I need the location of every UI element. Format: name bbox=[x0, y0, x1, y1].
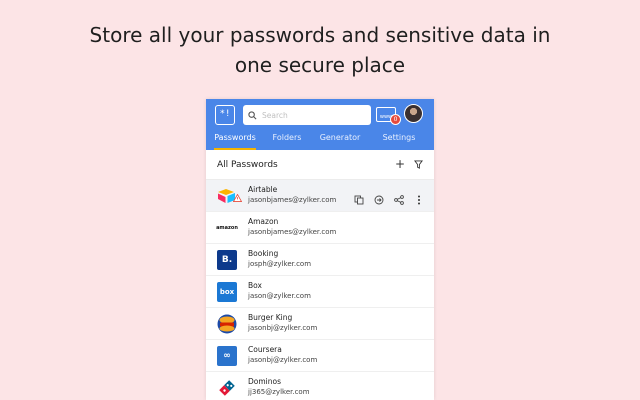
item-email: jasonbj@zylker.com bbox=[248, 356, 318, 364]
search-box[interactable] bbox=[243, 105, 371, 125]
list-item[interactable]: Airtable jasonbjames@zylker.com bbox=[206, 180, 434, 212]
copy-icon[interactable] bbox=[354, 190, 364, 205]
list-item[interactable]: B. Booking josph@zylker.com bbox=[206, 244, 434, 276]
tab-folders[interactable]: Folders bbox=[264, 130, 310, 150]
item-name: Airtable bbox=[248, 185, 278, 194]
list-item[interactable]: amazon Amazon jasonbjames@zylker.com bbox=[206, 212, 434, 244]
item-name: Box bbox=[248, 281, 262, 290]
list-item[interactable]: Dominos jj365@zylker.com bbox=[206, 372, 434, 400]
top-bar: *! www 0 Passwords Folders Generator Set… bbox=[206, 99, 434, 150]
amazon-logo-icon: amazon bbox=[216, 218, 238, 238]
tab-bar: Passwords Folders Generator Settings bbox=[206, 130, 434, 150]
share-icon[interactable] bbox=[394, 190, 404, 205]
list-title: All Passwords bbox=[217, 160, 278, 170]
item-email: josph@zylker.com bbox=[248, 260, 312, 268]
dominos-logo-icon bbox=[217, 378, 237, 398]
more-options-icon[interactable] bbox=[414, 190, 424, 205]
item-email: jasonbjames@zylker.com bbox=[248, 196, 337, 204]
search-icon bbox=[248, 110, 257, 119]
item-email: jj365@zylker.com bbox=[248, 388, 310, 396]
list-item[interactable]: Burger King jasonbj@zylker.com bbox=[206, 308, 434, 340]
headline: Store all your passwords and sensitive d… bbox=[0, 20, 640, 80]
burger-king-logo-icon bbox=[217, 314, 237, 334]
warning-icon bbox=[233, 194, 242, 202]
add-password-button[interactable]: + bbox=[395, 157, 405, 171]
item-name: Dominos bbox=[248, 377, 282, 386]
item-email: jasonbjames@zylker.com bbox=[248, 228, 337, 236]
avatar[interactable] bbox=[404, 104, 423, 123]
filter-icon[interactable] bbox=[414, 160, 423, 169]
login-icon[interactable] bbox=[374, 190, 384, 205]
search-input[interactable] bbox=[262, 110, 362, 120]
coursera-logo-icon: ∞ bbox=[217, 346, 237, 366]
headline-line-2: one secure place bbox=[234, 53, 406, 77]
tab-generator[interactable]: Generator bbox=[310, 130, 370, 150]
tab-passwords[interactable]: Passwords bbox=[206, 130, 264, 150]
item-name: Amazon bbox=[248, 217, 279, 226]
item-email: jason@zylker.com bbox=[248, 292, 311, 300]
headline-line-1: Store all your passwords and sensitive d… bbox=[89, 23, 551, 47]
app-logo-icon[interactable]: *! bbox=[215, 105, 235, 125]
item-email: jasonbj@zylker.com bbox=[248, 324, 318, 332]
list-item[interactable]: ∞ Coursera jasonbj@zylker.com bbox=[206, 340, 434, 372]
notification-badge[interactable]: 0 bbox=[390, 114, 401, 125]
item-name: Coursera bbox=[248, 345, 282, 354]
tab-settings[interactable]: Settings bbox=[370, 130, 428, 150]
item-name: Booking bbox=[248, 249, 279, 258]
password-manager-panel: *! www 0 Passwords Folders Generator Set… bbox=[206, 99, 434, 400]
list-header: All Passwords + bbox=[206, 150, 434, 180]
item-actions bbox=[354, 190, 424, 205]
item-name: Burger King bbox=[248, 313, 293, 322]
booking-logo-icon: B. bbox=[217, 250, 237, 270]
box-logo-icon: box bbox=[217, 282, 237, 302]
list-item[interactable]: box Box jason@zylker.com bbox=[206, 276, 434, 308]
